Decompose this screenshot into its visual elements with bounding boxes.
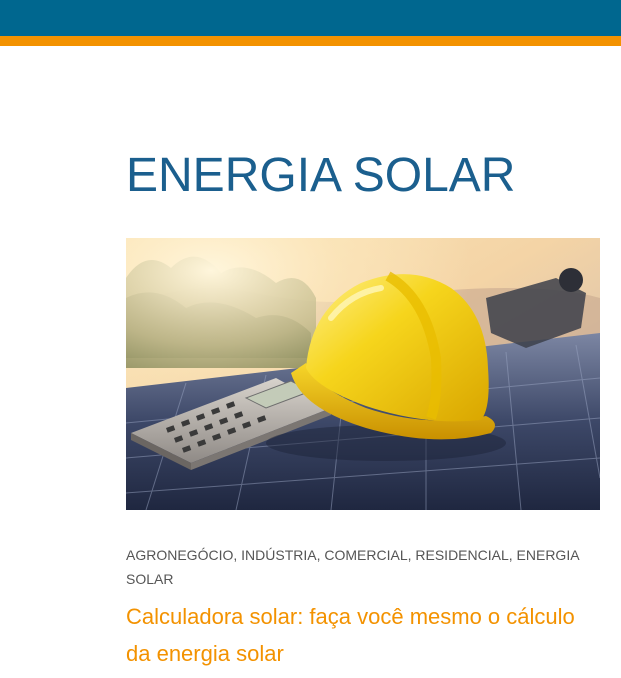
site-header-bar <box>0 0 621 36</box>
category-link-residencial[interactable]: RESIDENCIAL <box>415 547 508 563</box>
category-separator: , <box>508 547 513 563</box>
category-separator: , <box>316 547 321 563</box>
category-separator: , <box>407 547 412 563</box>
category-link-comercial[interactable]: COMERCIAL <box>324 547 407 563</box>
category-link-industria[interactable]: INDÚSTRIA <box>241 547 316 563</box>
post-title-link[interactable]: Calculadora solar: faça você mesmo o cál… <box>126 598 600 672</box>
post-featured-image[interactable] <box>126 238 600 510</box>
header-accent-stripe <box>0 36 621 46</box>
post-categories: AGRONEGÓCIO, INDÚSTRIA, COMERCIAL, RESID… <box>126 543 600 591</box>
category-link-agronegocio[interactable]: AGRONEGÓCIO <box>126 547 233 563</box>
category-separator: , <box>233 547 238 563</box>
page-title: ENERGIA SOLAR <box>126 149 516 202</box>
